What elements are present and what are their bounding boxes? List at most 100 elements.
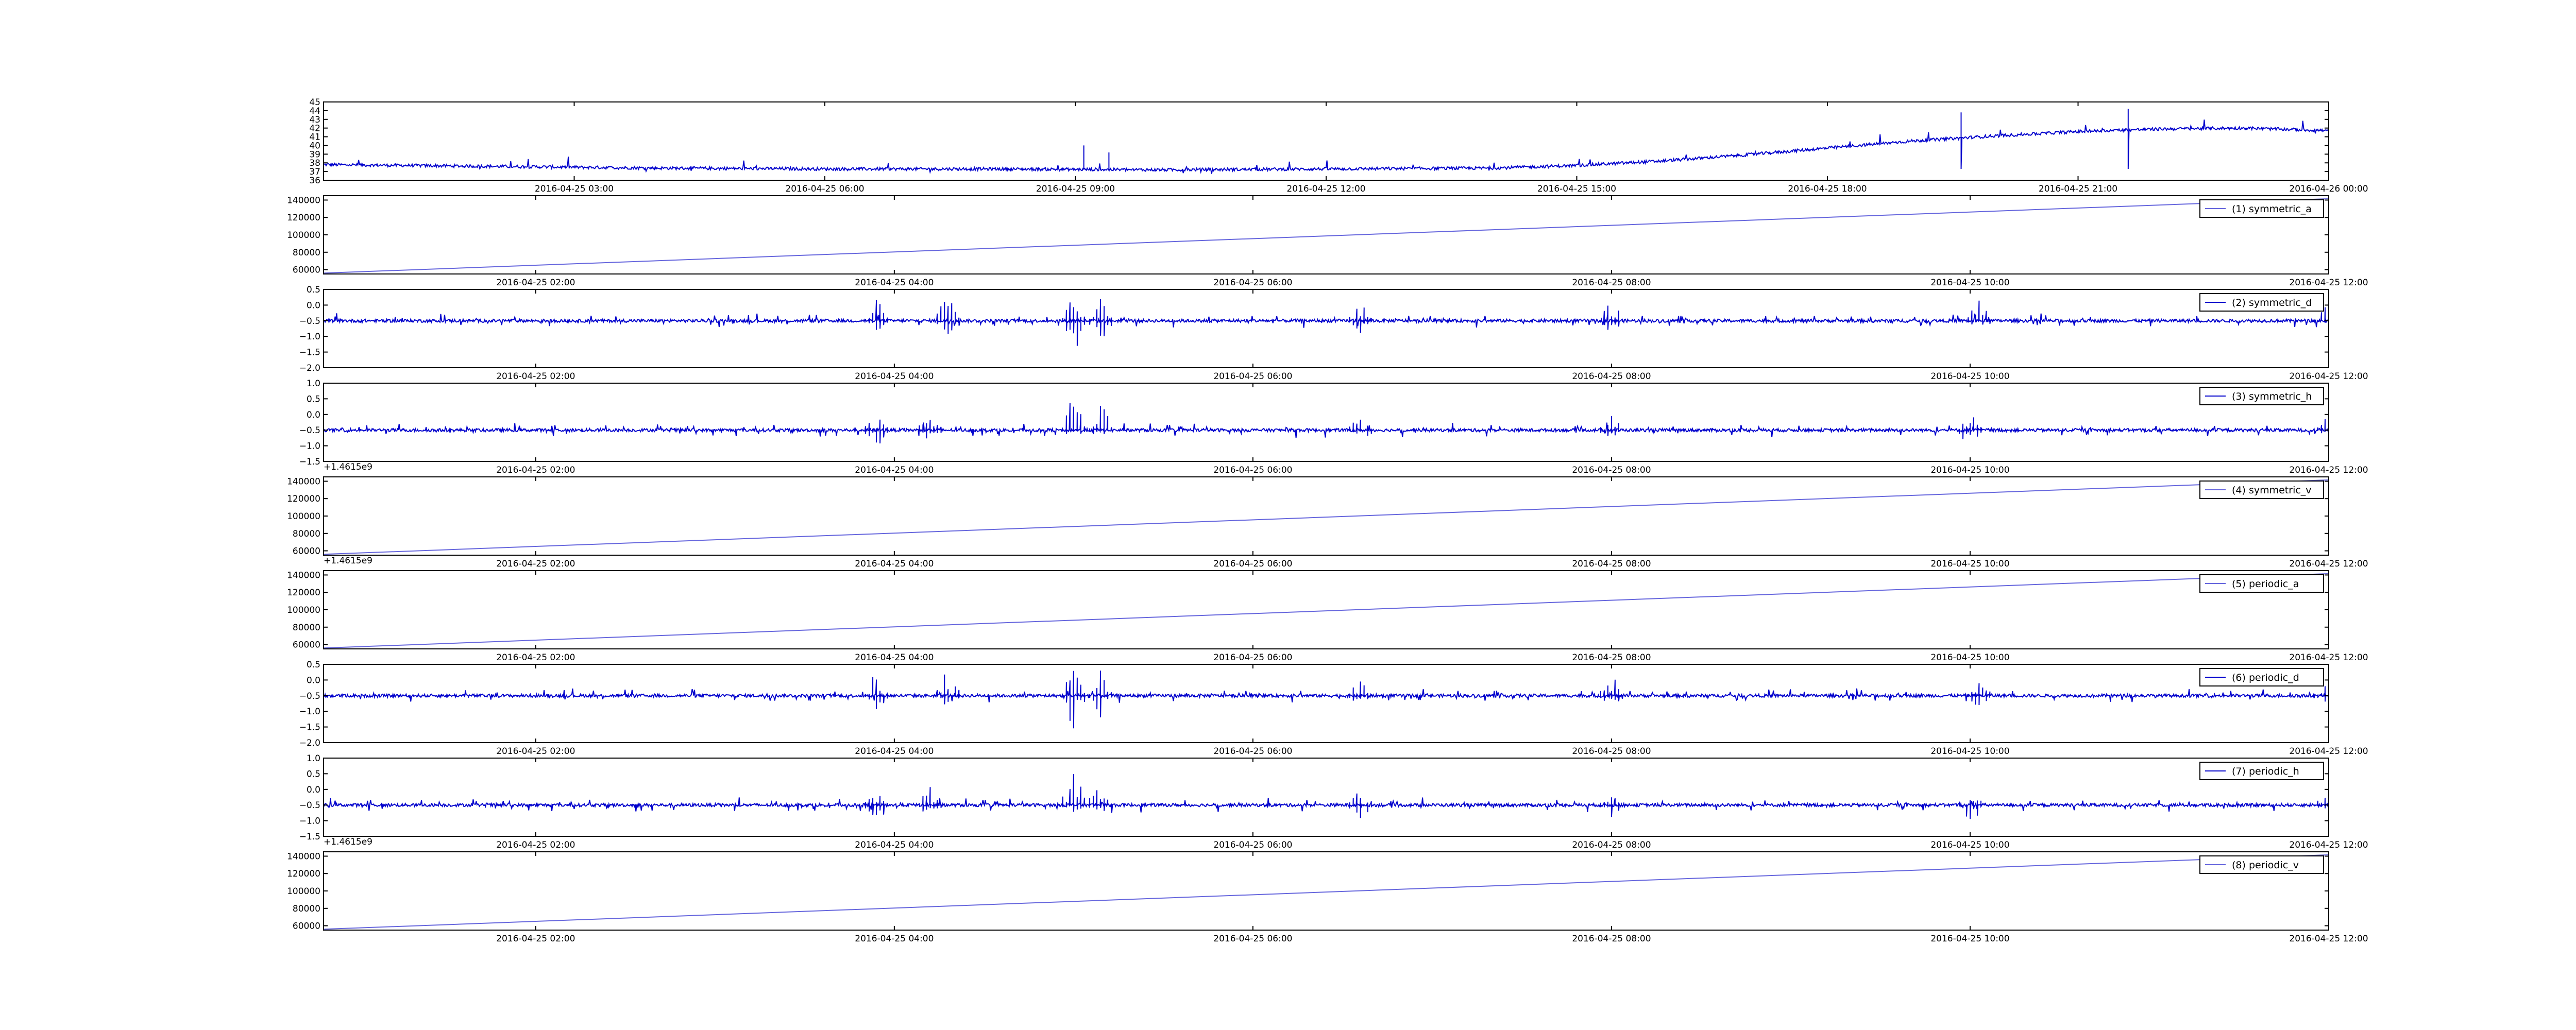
y-tick-label: 120000 [287, 869, 320, 879]
y-tick-label: 45 [309, 97, 320, 108]
y-tick-label: 0.5 [307, 769, 320, 779]
y-tick-label: 60000 [293, 640, 320, 650]
x-tick-label: 2016-04-25 06:00 [1213, 653, 1292, 663]
y-tick-label: −0.5 [299, 691, 320, 701]
x-tick-label: 2016-04-25 02:00 [496, 371, 575, 382]
x-tick-label: 2016-04-25 12:00 [2289, 746, 2368, 757]
y-tick-label: 140000 [287, 570, 320, 580]
x-tick-label: 2016-04-25 02:00 [496, 746, 575, 757]
x-tick-label: 2016-04-25 02:00 [496, 465, 575, 475]
legend-label: (8) periodic_v [2232, 860, 2299, 871]
x-offset-label: +1.4615e9 [324, 837, 372, 847]
x-tick-label: 2016-04-26 00:00 [2289, 184, 2368, 194]
y-tick-label: 120000 [287, 494, 320, 504]
legend: (8) periodic_v [2199, 855, 2324, 874]
y-tick-label: 0.5 [307, 394, 320, 404]
x-tick-label: 2016-04-25 10:00 [1930, 559, 2009, 569]
x-tick-label: 2016-04-25 10:00 [1930, 934, 2009, 944]
series-line [324, 403, 2329, 444]
y-tick-label: 0.0 [307, 785, 320, 795]
y-tick-label: −2.0 [299, 738, 320, 748]
panel-5: 60000 80000 100000 120000 140000 2016-04-25 0… [287, 476, 2368, 569]
x-tick-label: 2016-04-25 12:00 [2289, 840, 2368, 850]
y-tick-label: −1.5 [299, 723, 320, 733]
y-tick-label: 0.5 [307, 285, 320, 295]
axes-frame [323, 383, 2329, 462]
x-tick-label: 2016-04-25 10:00 [1930, 653, 2009, 663]
legend: (5) periodic_a [2199, 574, 2324, 593]
legend-label: (5) periodic_a [2232, 578, 2299, 590]
y-tick-label: 1.0 [307, 379, 320, 389]
x-tick-label: 2016-04-25 02:00 [496, 840, 575, 850]
panel-9: 60000 80000 100000 120000 140000 2016-04-25 0… [287, 851, 2368, 944]
y-tick-label: −1.0 [299, 441, 320, 452]
legend-label: (6) periodic_d [2232, 672, 2299, 683]
y-tick-label: −0.5 [299, 316, 320, 327]
series-line [324, 109, 2329, 175]
x-tick-label: 2016-04-25 04:00 [855, 934, 934, 944]
y-tick-label: 80000 [293, 904, 320, 914]
legend-label: (1) symmetric_a [2232, 203, 2312, 215]
x-tick-label: 2016-04-25 08:00 [1572, 840, 1651, 850]
y-tick-label: −1.0 [299, 707, 320, 717]
y-tick-label: 100000 [287, 230, 320, 241]
x-tick-label: 2016-04-25 12:00 [2289, 653, 2368, 663]
x-tick-label: 2016-04-25 02:00 [496, 278, 575, 288]
y-tick-label: −0.5 [299, 800, 320, 811]
figure: 363738394041424344452016-04-25 03:00 2016… [287, 97, 2368, 944]
x-tick-label: 2016-04-25 06:00 [1213, 465, 1292, 475]
y-tick-label: 100000 [287, 605, 320, 615]
legend: (2) symmetric_d [2199, 293, 2324, 312]
axes-frame [323, 758, 2329, 837]
x-tick-label: 2016-04-25 06:00 [1213, 278, 1292, 288]
series-line [324, 671, 2329, 729]
panel-6: 60000 80000 100000 120000 140000 2016-04-25 0… [287, 570, 2368, 663]
x-tick-label: 2016-04-25 18:00 [1788, 184, 1867, 194]
x-tick-label: 2016-04-25 12:00 [1286, 184, 1365, 194]
x-tick-label: 2016-04-25 12:00 [2289, 934, 2368, 944]
legend-label: (3) symmetric_h [2232, 391, 2312, 402]
panel-3: −2.0 −1.5 −1.0 −0.5 0.0 0.5 2016-04-25 02:00 20… [299, 285, 2368, 382]
axes-frame [323, 664, 2329, 743]
x-tick-label: 2016-04-25 08:00 [1572, 371, 1651, 382]
legend: (3) symmetric_h [2199, 387, 2324, 405]
x-tick-label: 2016-04-25 06:00 [1213, 746, 1292, 757]
x-tick-label: 2016-04-25 04:00 [855, 840, 934, 850]
y-tick-label: −1.5 [299, 832, 320, 842]
y-tick-label: 60000 [293, 921, 320, 932]
x-tick-label: 2016-04-25 02:00 [496, 559, 575, 569]
x-tick-label: 2016-04-25 02:00 [496, 653, 575, 663]
x-tick-label: 2016-04-25 03:00 [535, 184, 614, 194]
x-tick-label: 2016-04-25 15:00 [1537, 184, 1616, 194]
x-tick-label: 2016-04-25 04:00 [855, 371, 934, 382]
x-tick-label: 2016-04-25 04:00 [855, 465, 934, 475]
x-tick-label: 2016-04-25 06:00 [1213, 371, 1292, 382]
legend-label: (7) periodic_h [2232, 766, 2299, 777]
y-tick-label: 1.0 [307, 753, 320, 764]
y-tick-label: 80000 [293, 248, 320, 258]
x-tick-label: 2016-04-25 08:00 [1572, 746, 1651, 757]
x-tick-label: 2016-04-25 04:00 [855, 746, 934, 757]
y-tick-label: −2.0 [299, 363, 320, 373]
y-tick-label: 0.0 [307, 675, 320, 685]
y-tick-label: 0.0 [307, 300, 320, 311]
x-tick-label: 2016-04-25 02:00 [496, 934, 575, 944]
series-line [324, 854, 2329, 930]
x-tick-label: 2016-04-25 21:00 [2039, 184, 2117, 194]
legend-label: (2) symmetric_d [2232, 297, 2312, 308]
panel-7: −2.0 −1.5 −1.0 −0.5 0.0 0.5 2016-04-25 02:00 20… [299, 660, 2368, 757]
x-tick-label: 2016-04-25 08:00 [1572, 559, 1651, 569]
panel-4: −1.5 −1.0 −0.5 0.0 0.5 1.0 2016-04-25 02:00 201… [299, 379, 2368, 475]
y-tick-label: −1.0 [299, 816, 320, 827]
x-tick-label: 2016-04-25 04:00 [855, 559, 934, 569]
y-tick-label: 60000 [293, 265, 320, 276]
y-tick-label: 0.0 [307, 410, 320, 420]
y-tick-label: −1.5 [299, 348, 320, 358]
x-tick-label: 2016-04-25 06:00 [1213, 934, 1292, 944]
y-tick-label: 140000 [287, 851, 320, 862]
axes-frame [323, 289, 2329, 368]
legend: (4) symmetric_v [2199, 480, 2324, 499]
x-tick-label: 2016-04-25 04:00 [855, 278, 934, 288]
legend: (6) periodic_d [2199, 668, 2324, 686]
x-tick-label: 2016-04-25 10:00 [1930, 465, 2009, 475]
